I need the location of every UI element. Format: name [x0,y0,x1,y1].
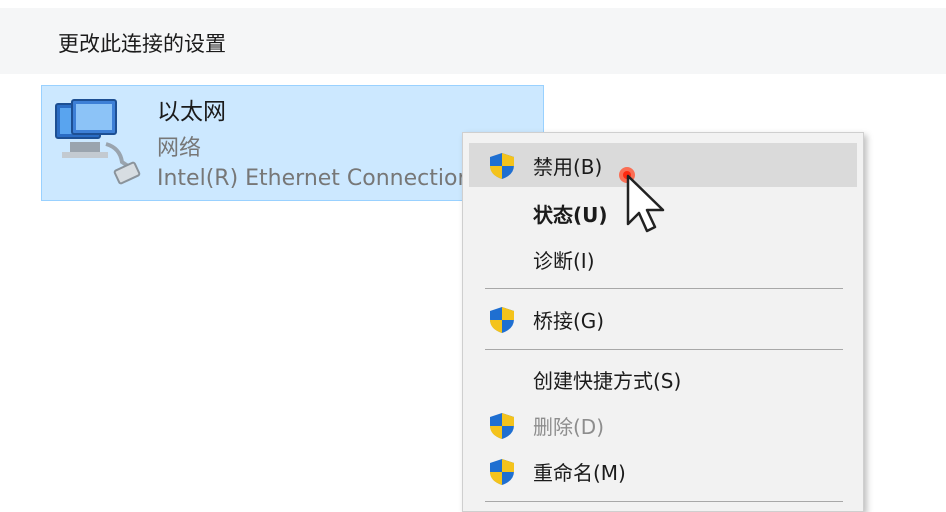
menu-separator [485,349,843,350]
menu-item-label: 重命名(M) [533,460,626,485]
connection-name: 以太网 [157,99,226,125]
mouse-cursor-icon [619,167,665,233]
menu-item-bridge[interactable]: 桥接(G) [469,297,857,341]
menu-item-rename[interactable]: 重命名(M) [469,449,857,493]
connection-adapter: Intel(R) Ethernet Connection [157,166,472,191]
menu-item-create-shortcut[interactable]: 创建快捷方式(S) [469,357,857,401]
menu-separator [485,288,843,289]
uac-shield-icon [490,459,514,485]
menu-item-label: 创建快捷方式(S) [533,368,682,393]
network-adapter-icon [55,99,141,185]
menu-item-label: 禁用(B) [533,154,603,179]
uac-shield-icon [490,153,514,179]
menu-item-label: 删除(D) [533,414,605,439]
connection-type: 网络 [157,136,202,161]
menu-item-label: 状态(U) [533,202,608,227]
menu-item-delete: 删除(D) [469,403,857,447]
menu-item-label: 诊断(I) [533,248,595,273]
command-bar: 更改此连接的设置 [0,0,946,74]
uac-shield-icon [490,307,514,333]
menu-separator [485,501,843,502]
change-settings-command[interactable]: 更改此连接的设置 [58,28,226,58]
uac-shield-icon [490,413,514,439]
menu-item-diagnose[interactable]: 诊断(I) [469,237,857,281]
menu-item-label: 桥接(G) [533,308,605,333]
